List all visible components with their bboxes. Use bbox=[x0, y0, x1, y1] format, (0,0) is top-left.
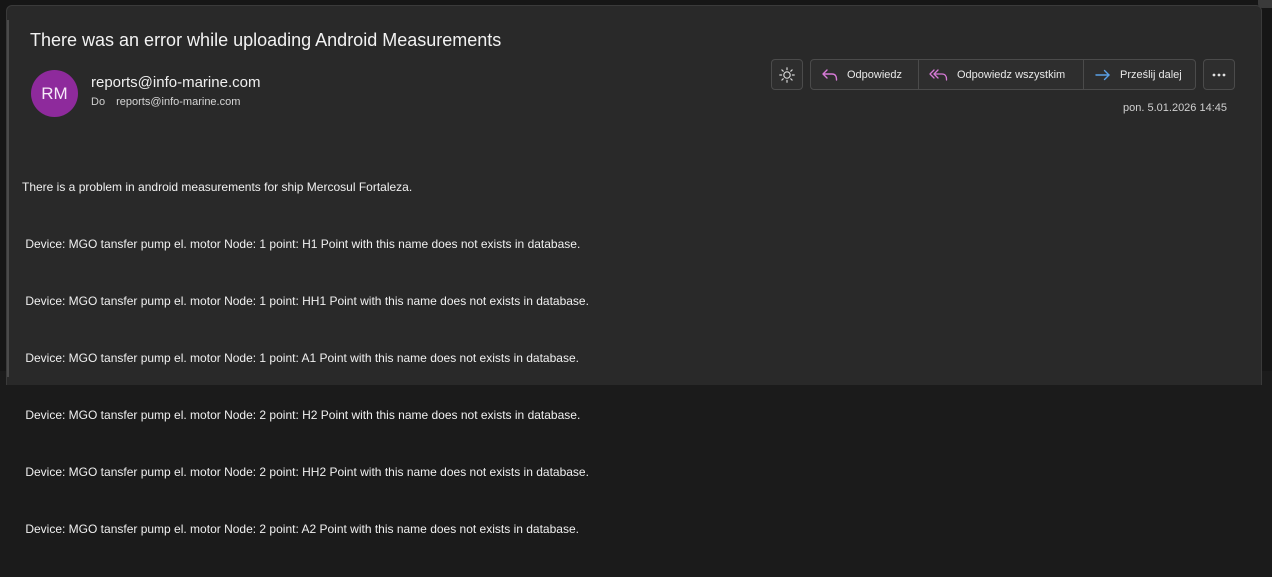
pane-divider[interactable] bbox=[7, 20, 9, 377]
body-line: Device: MGO tansfer pump el. motor Node:… bbox=[22, 294, 589, 308]
body-line: Device: MGO tansfer pump el. motor Node:… bbox=[22, 522, 579, 536]
email-date: pon. 5.01.2026 14:45 bbox=[1123, 102, 1227, 114]
body-line: Device: MGO tansfer pump el. motor Node:… bbox=[22, 408, 581, 422]
to-label: Do bbox=[91, 96, 106, 108]
sender-address[interactable]: reports@info-marine.com bbox=[91, 74, 260, 91]
forward-label: Prześlij dalej bbox=[1120, 68, 1182, 81]
reply-all-label: Odpowiedz wszystkim bbox=[957, 68, 1066, 81]
body-line: Device: MGO tansfer pump el. motor Node:… bbox=[22, 351, 579, 365]
more-actions-button[interactable] bbox=[1203, 59, 1235, 90]
recipient-line: Do reports@info-marine.com bbox=[91, 96, 240, 108]
reading-pane: There was an error while uploading Andro… bbox=[6, 5, 1262, 536]
forward-button[interactable]: Prześlij dalej bbox=[1084, 60, 1195, 89]
reply-button[interactable]: Odpowiedz bbox=[811, 60, 919, 89]
body-line: Device: MGO tansfer pump el. motor Node:… bbox=[22, 237, 581, 251]
avatar-initials: RM bbox=[41, 83, 68, 103]
recipient-address[interactable]: reports@info-marine.com bbox=[116, 96, 240, 108]
email-body: There is a problem in android measuremen… bbox=[22, 140, 589, 577]
reply-all-button[interactable]: Odpowiedz wszystkim bbox=[919, 60, 1084, 89]
reply-all-icon bbox=[929, 68, 948, 81]
email-subject: There was an error while uploading Andro… bbox=[30, 30, 502, 50]
theme-toggle-button[interactable] bbox=[771, 59, 803, 90]
reply-icon bbox=[822, 68, 838, 81]
body-line: Device: MGO tansfer pump el. motor Node:… bbox=[22, 465, 589, 479]
reply-actions-group: Odpowiedz Odpowiedz wszystkim Prześlij d… bbox=[810, 59, 1196, 90]
forward-icon bbox=[1095, 69, 1110, 80]
more-icon bbox=[1212, 73, 1226, 76]
avatar[interactable]: RM bbox=[31, 70, 78, 117]
sun-icon bbox=[779, 66, 795, 83]
body-line: There is a problem in android measuremen… bbox=[22, 180, 413, 194]
reply-label: Odpowiedz bbox=[847, 68, 903, 81]
